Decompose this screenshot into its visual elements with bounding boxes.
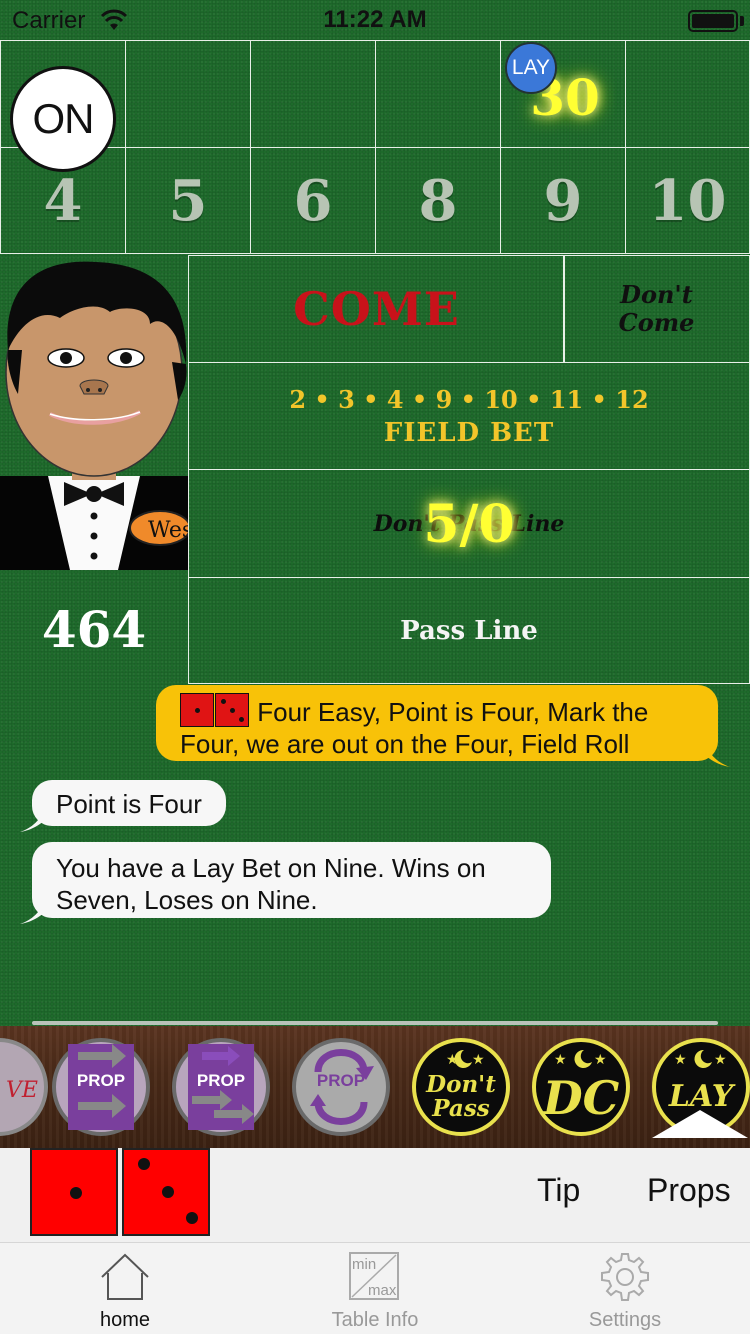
svg-text:DC: DC xyxy=(541,1071,620,1125)
dont-come-bet-area[interactable]: Don't Come xyxy=(563,255,750,363)
dont-pass-amount: 5/0 xyxy=(423,494,515,555)
dealer-call-text: Four Easy, Point is Four, Mark the Four,… xyxy=(180,697,649,759)
dealer-call-bubble: Four Easy, Point is Four, Mark the Four,… xyxy=(156,685,730,767)
pass-line-label: Pass Line xyxy=(400,615,538,646)
moon-stars-icon: ★ ★ DC xyxy=(541,1049,620,1125)
number-9[interactable]: 9 xyxy=(500,147,626,254)
dont-come-chip[interactable]: ★ ★ DC xyxy=(532,1038,630,1136)
svg-text:★: ★ xyxy=(554,1051,567,1067)
die-three[interactable] xyxy=(122,1148,210,1236)
field-bet-area[interactable]: 2 • 3 • 4 • 9 • 10 • 11 • 12 FIELD BET xyxy=(188,362,750,470)
tab-table-info-label: Table Info xyxy=(331,1309,419,1331)
come-label: COME xyxy=(293,282,460,336)
bankroll-amount: 464 xyxy=(41,600,147,659)
svg-text:max: max xyxy=(368,1282,397,1299)
gear-icon xyxy=(601,1253,649,1301)
chip-partial[interactable]: VE xyxy=(0,1038,48,1136)
svg-text:★: ★ xyxy=(472,1051,485,1067)
prop-chip-3[interactable]: PROP xyxy=(292,1038,390,1136)
svg-text:VE: VE xyxy=(6,1078,38,1103)
place-box-8[interactable] xyxy=(375,40,501,148)
message-bubble: You have a Lay Bet on Nine. Wins on Seve… xyxy=(20,842,551,924)
dont-come-label-line2: Come xyxy=(618,308,695,337)
tab-home-label: home xyxy=(99,1309,151,1331)
field-numbers: 2 • 3 • 4 • 9 • 10 • 11 • 12 xyxy=(289,384,649,414)
message-bubble: Point is Four xyxy=(20,780,226,832)
tip-button[interactable]: Tip xyxy=(537,1172,580,1209)
tab-bar: home min max Table Info Settings xyxy=(0,1242,750,1334)
svg-text:Pass: Pass xyxy=(431,1095,490,1122)
bubble-tail xyxy=(704,743,730,767)
tab-settings-label: Settings xyxy=(588,1309,662,1331)
moon-stars-icon: ★ ★ Don't Pass xyxy=(425,1049,496,1122)
pass-line-bet-area[interactable]: Pass Line xyxy=(188,577,750,684)
place-box-5[interactable] xyxy=(125,40,251,148)
svg-text:PROP: PROP xyxy=(77,1071,125,1090)
svg-text:PROP: PROP xyxy=(317,1071,365,1090)
home-icon xyxy=(101,1253,149,1300)
status-bar: Carrier 11:22 AM xyxy=(0,0,750,40)
place-box-10[interactable] xyxy=(625,40,750,148)
mini-die-3 xyxy=(215,693,249,727)
lay-marker: LAY xyxy=(505,42,557,94)
number-5[interactable]: 5 xyxy=(125,147,251,254)
svg-text:★: ★ xyxy=(714,1051,727,1067)
dealer-name-tag: Wes xyxy=(148,518,188,543)
arrow-right-left-icon: PROP xyxy=(68,1044,134,1130)
mini-die-1 xyxy=(180,693,214,727)
dealer-avatar: Wes xyxy=(0,261,188,570)
svg-text:★: ★ xyxy=(674,1051,687,1067)
tab-home[interactable]: home xyxy=(0,1243,250,1334)
prop-chip-1[interactable]: PROP xyxy=(52,1038,150,1136)
tab-settings[interactable]: Settings xyxy=(500,1243,750,1334)
die-two[interactable] xyxy=(30,1148,118,1236)
prop-chip-2[interactable]: PROP xyxy=(172,1038,270,1136)
message-divider xyxy=(32,1021,718,1025)
svg-text:min: min xyxy=(352,1256,376,1273)
number-6[interactable]: 6 xyxy=(250,147,376,254)
selected-chip-indicator xyxy=(652,1110,748,1138)
field-bet-label: FIELD BET xyxy=(383,417,555,448)
bubble-tail xyxy=(20,808,46,832)
dont-come-label-line1: Don't xyxy=(620,280,693,309)
dealer-area: Wes 464 xyxy=(0,254,188,684)
number-10[interactable]: 10 xyxy=(625,147,750,254)
svg-text:Don't: Don't xyxy=(425,1071,496,1098)
number-8[interactable]: 8 xyxy=(375,147,501,254)
battery-icon xyxy=(688,10,738,32)
chip-tray[interactable]: VE PROP PROP PROP ★ ★ Don't Pass ★ ★ DC … xyxy=(0,1026,750,1148)
status-time: 11:22 AM xyxy=(323,6,427,33)
tab-table-info[interactable]: min max Table Info xyxy=(250,1243,500,1334)
dont-pass-chip[interactable]: ★ ★ Don't Pass xyxy=(412,1038,510,1136)
svg-text:LAY: LAY xyxy=(668,1079,736,1114)
place-box-6[interactable] xyxy=(250,40,376,148)
arrows-multi-icon: PROP xyxy=(188,1044,254,1130)
props-button[interactable]: Props xyxy=(647,1172,731,1209)
number-grid: 4 5 6 8 9 10 ON xyxy=(0,40,750,254)
come-bet-area[interactable]: COME xyxy=(188,255,565,363)
on-puck: ON xyxy=(10,66,116,172)
battery-tip xyxy=(740,16,744,26)
svg-text:★: ★ xyxy=(594,1051,607,1067)
arrows-loop-icon: PROP xyxy=(310,1049,374,1125)
svg-text:PROP: PROP xyxy=(197,1071,245,1090)
message-text: You have a Lay Bet on Nine. Wins on Seve… xyxy=(56,853,486,915)
min-max-icon: min max xyxy=(349,1252,399,1300)
bubble-tail xyxy=(20,900,46,924)
message-text: Point is Four xyxy=(56,789,202,819)
